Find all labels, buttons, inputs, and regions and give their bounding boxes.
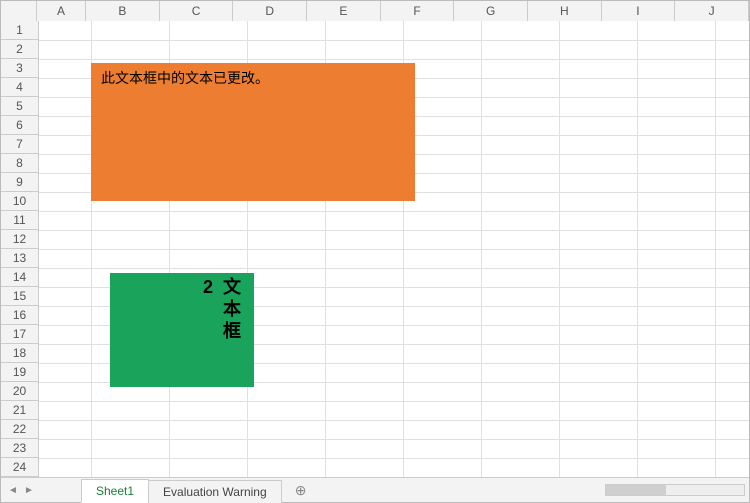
- scroll-track[interactable]: [605, 484, 745, 496]
- row-header[interactable]: 16: [1, 306, 38, 325]
- sheet-tab[interactable]: Evaluation Warning: [148, 480, 282, 503]
- column-header[interactable]: D: [233, 1, 307, 21]
- scroll-thumb[interactable]: [606, 485, 666, 495]
- tab-nav-prev-icon[interactable]: ◄: [7, 484, 19, 496]
- tab-nav-buttons: ◄ ►: [1, 478, 41, 502]
- row-header[interactable]: 2: [1, 40, 38, 59]
- row-header[interactable]: 24: [1, 458, 38, 477]
- row-header[interactable]: 15: [1, 287, 38, 306]
- row-header[interactable]: 6: [1, 116, 38, 135]
- row-header[interactable]: 13: [1, 249, 38, 268]
- column-header-row: ABCDEFGHIJ: [1, 1, 749, 21]
- orange-textbox-shape[interactable]: 此文本框中的文本已更改。: [91, 63, 415, 201]
- row-header[interactable]: 7: [1, 135, 38, 154]
- column-header[interactable]: G: [454, 1, 528, 21]
- column-header[interactable]: J: [675, 1, 749, 21]
- row-header-column: 123456789101112131415161718192021222324: [1, 21, 39, 477]
- row-header[interactable]: 22: [1, 420, 38, 439]
- column-header[interactable]: B: [86, 1, 160, 21]
- orange-textbox-text: 此文本框中的文本已更改。: [101, 70, 269, 86]
- row-header[interactable]: 14: [1, 268, 38, 287]
- column-header[interactable]: C: [160, 1, 234, 21]
- column-header[interactable]: A: [37, 1, 86, 21]
- sheet-tabs: Sheet1Evaluation Warning: [81, 478, 281, 502]
- row-header[interactable]: 20: [1, 382, 38, 401]
- green-textbox-shape[interactable]: 文本框 2: [110, 273, 254, 387]
- green-textbox-text: 文本框 2: [197, 277, 244, 383]
- row-header[interactable]: 11: [1, 211, 38, 230]
- row-header[interactable]: 12: [1, 230, 38, 249]
- grid-area: ABCDEFGHIJ 12345678910111213141516171819…: [1, 1, 749, 477]
- column-header[interactable]: F: [381, 1, 455, 21]
- column-header[interactable]: E: [307, 1, 381, 21]
- plus-circle-icon: ⊕: [295, 482, 307, 499]
- row-header[interactable]: 21: [1, 401, 38, 420]
- column-header[interactable]: H: [528, 1, 602, 21]
- spreadsheet-app: ABCDEFGHIJ 12345678910111213141516171819…: [0, 0, 750, 503]
- column-header[interactable]: I: [602, 1, 676, 21]
- row-header[interactable]: 19: [1, 363, 38, 382]
- sheet-tab[interactable]: Sheet1: [81, 479, 149, 503]
- sheet-tab-bar: ◄ ► Sheet1Evaluation Warning ⊕: [1, 477, 749, 502]
- row-header[interactable]: 10: [1, 192, 38, 211]
- row-header[interactable]: 1: [1, 21, 38, 40]
- row-header[interactable]: 23: [1, 439, 38, 458]
- row-header[interactable]: 9: [1, 173, 38, 192]
- row-header[interactable]: 8: [1, 154, 38, 173]
- new-sheet-button[interactable]: ⊕: [291, 478, 311, 502]
- row-header[interactable]: 4: [1, 78, 38, 97]
- select-all-corner[interactable]: [1, 1, 37, 21]
- tab-nav-next-icon[interactable]: ►: [23, 484, 35, 496]
- horizontal-scrollbar[interactable]: [311, 478, 749, 502]
- row-header[interactable]: 17: [1, 325, 38, 344]
- row-header[interactable]: 3: [1, 59, 38, 78]
- row-header[interactable]: 18: [1, 344, 38, 363]
- row-header[interactable]: 5: [1, 97, 38, 116]
